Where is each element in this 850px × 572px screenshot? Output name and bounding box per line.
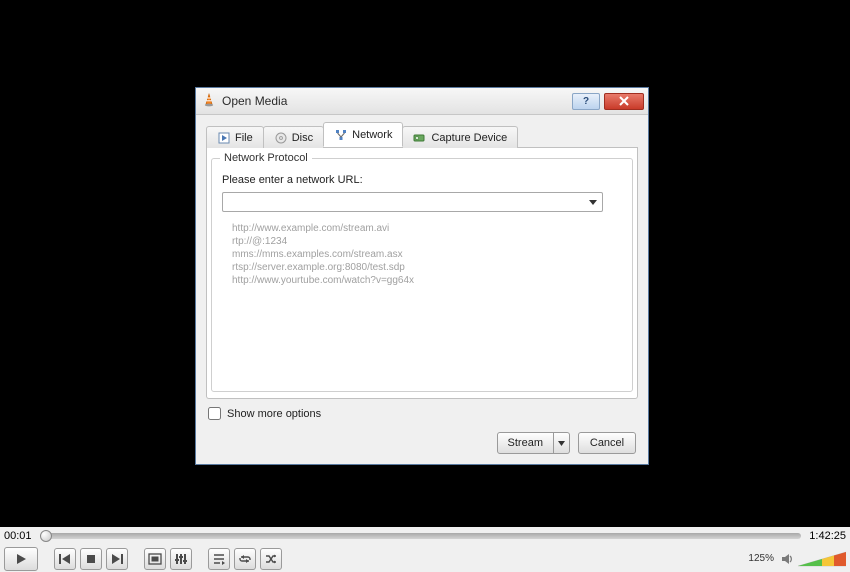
tab-network[interactable]: Network <box>323 122 403 147</box>
total-time: 1:42:25 <box>809 530 846 542</box>
example-line: rtsp://server.example.org:8080/test.sdp <box>232 261 624 274</box>
cancel-button[interactable]: Cancel <box>578 432 636 454</box>
tab-disc[interactable]: Disc <box>263 126 324 148</box>
network-url-input[interactable] <box>222 192 603 212</box>
stream-button[interactable]: Stream <box>497 432 554 454</box>
dialog-titlebar[interactable]: Open Media ? <box>196 88 648 115</box>
example-line: http://www.example.com/stream.avi <box>232 222 624 235</box>
open-media-dialog: Open Media ? File <box>195 87 649 465</box>
help-button[interactable]: ? <box>572 93 600 110</box>
zoom-percent: 125% <box>748 553 774 564</box>
ext-settings-button[interactable] <box>170 548 192 570</box>
url-dropdown-button[interactable] <box>585 194 601 210</box>
tab-page-network: Network Protocol Please enter a network … <box>206 147 638 399</box>
example-line: mms://mms.examples.com/stream.asx <box>232 248 624 261</box>
tab-capture-device[interactable]: Capture Device <box>402 126 518 148</box>
capture-icon <box>413 131 427 145</box>
show-more-options-checkbox[interactable] <box>208 407 221 420</box>
next-button[interactable] <box>106 548 128 570</box>
url-examples: http://www.example.com/stream.avi rtp://… <box>232 222 624 287</box>
example-line: rtp://@:1234 <box>232 235 624 248</box>
disc-icon <box>274 131 288 145</box>
close-button[interactable] <box>604 93 644 110</box>
player-controls: 00:01 1:42:25 <box>0 527 850 572</box>
network-icon <box>334 128 348 142</box>
elapsed-time: 00:01 <box>4 530 32 542</box>
show-more-options-label: Show more options <box>227 408 321 420</box>
tab-label: Disc <box>292 132 313 144</box>
tab-label: File <box>235 132 253 144</box>
volume-slider[interactable] <box>798 550 846 568</box>
play-button[interactable] <box>4 547 38 571</box>
loop-button[interactable] <box>234 548 256 570</box>
previous-button[interactable] <box>54 548 76 570</box>
seek-slider[interactable] <box>40 533 802 539</box>
seek-knob[interactable] <box>40 530 52 542</box>
speaker-icon[interactable] <box>780 552 794 566</box>
file-icon <box>217 131 231 145</box>
example-line: http://www.yourtube.com/watch?v=gg64x <box>232 274 624 287</box>
shuffle-button[interactable] <box>260 548 282 570</box>
network-protocol-group: Network Protocol Please enter a network … <box>211 152 633 392</box>
tab-label: Capture Device <box>431 132 507 144</box>
playlist-button[interactable] <box>208 548 230 570</box>
network-protocol-legend: Network Protocol <box>220 152 312 164</box>
stop-button[interactable] <box>80 548 102 570</box>
vlc-icon <box>202 93 216 110</box>
stream-dropdown-button[interactable] <box>554 432 570 454</box>
tab-label: Network <box>352 129 392 141</box>
dialog-tabstrip: File Disc <box>206 123 638 148</box>
fullscreen-button[interactable] <box>144 548 166 570</box>
tab-file[interactable]: File <box>206 126 264 148</box>
url-prompt-label: Please enter a network URL: <box>222 174 624 186</box>
dialog-title: Open Media <box>222 94 568 108</box>
